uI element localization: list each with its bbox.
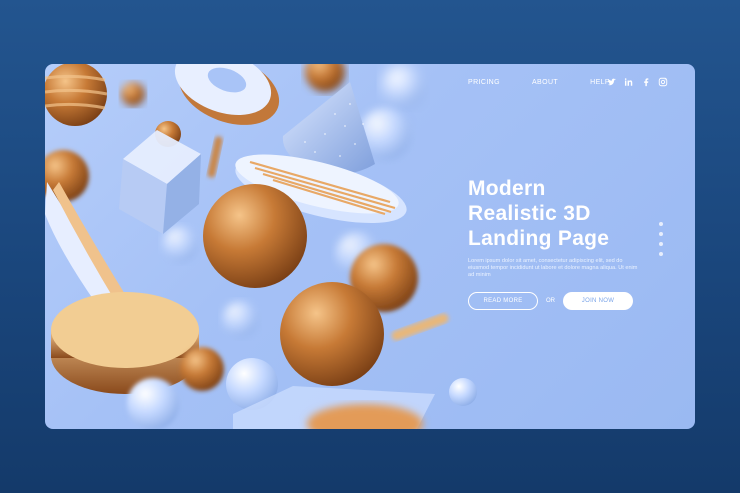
linkedin-icon[interactable]: [624, 77, 634, 87]
social-links: [607, 77, 668, 87]
blur-sphere-bg-5: [162, 226, 198, 262]
striped-sphere: [45, 64, 107, 126]
read-more-button[interactable]: READ MORE: [468, 292, 538, 310]
blur-stick: [207, 136, 223, 178]
pagination-dot-3[interactable]: [659, 242, 663, 246]
small-orange-blur: [180, 347, 224, 391]
hero-title-line-1: Modern: [468, 177, 546, 200]
blur-orange-bg-2: [305, 64, 345, 92]
blur-sphere-bg-2: [222, 301, 258, 337]
torus-ring: [174, 64, 280, 125]
pagination-dots: [659, 222, 663, 256]
nav-item-about[interactable]: ABOUT: [532, 79, 558, 86]
landing-card: PRICING ABOUT HELP Modern Realistic 3D L…: [45, 64, 695, 429]
twitter-icon[interactable]: [607, 77, 617, 87]
join-now-button[interactable]: JOIN NOW: [563, 292, 633, 310]
orange-sphere-bottom: [280, 282, 384, 386]
nav-item-pricing[interactable]: PRICING: [468, 79, 500, 86]
hero-title-line-2: Realistic 3D: [468, 202, 591, 225]
small-blue-sphere: [449, 378, 477, 406]
curved-blade: [45, 182, 131, 310]
facebook-icon[interactable]: [641, 77, 651, 87]
pagination-dot-4[interactable]: [659, 252, 663, 256]
instagram-icon[interactable]: [658, 77, 668, 87]
hero-title-line-3: Landing Page: [468, 227, 610, 250]
orange-cylinder: [51, 292, 199, 394]
hero-title: Modern Realistic 3D Landing Page: [468, 176, 668, 251]
blur-orange-bg-1: [121, 82, 145, 106]
large-orange-sphere: [203, 184, 307, 288]
blur-stick-2: [391, 313, 449, 341]
blur-sphere-bg-3: [381, 64, 425, 108]
cta-group: READ MORE OR JOIN NOW: [468, 292, 633, 310]
blue-sphere-left-bottom: [127, 378, 179, 429]
pagination-dot-2[interactable]: [659, 232, 663, 236]
or-separator: OR: [546, 298, 555, 304]
cube: [119, 130, 201, 234]
pagination-dot-1[interactable]: [659, 222, 663, 226]
hero-description: Lorem ipsum dolor sit amet, consectetur …: [468, 258, 638, 279]
